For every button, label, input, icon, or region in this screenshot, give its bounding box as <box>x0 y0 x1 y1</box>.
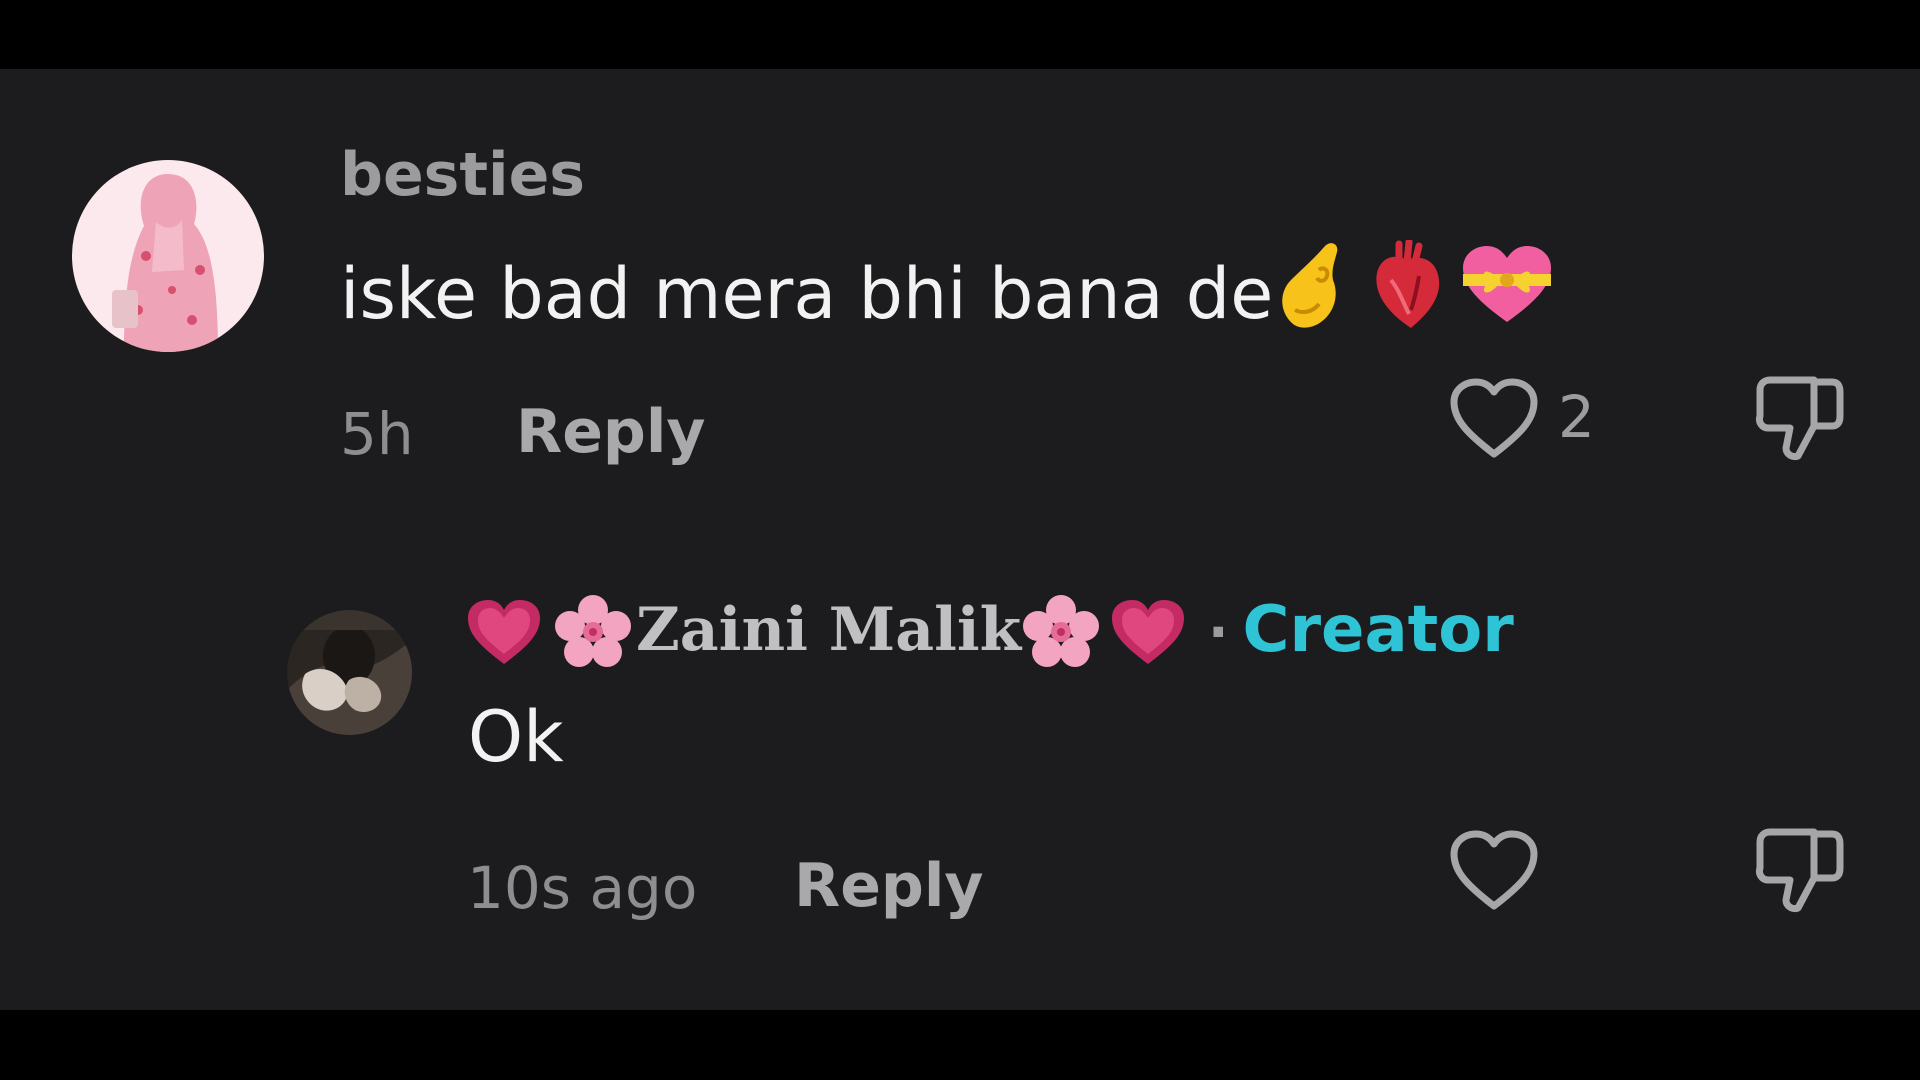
anatomical-heart-emoji-icon <box>1369 238 1445 348</box>
pinched-fingers-emoji-icon <box>1273 240 1355 348</box>
creator-badge: Creator <box>1242 593 1514 667</box>
like-button[interactable] <box>1448 376 1540 460</box>
dislike-button[interactable] <box>1752 370 1848 466</box>
like-count: 2 <box>1558 383 1595 451</box>
comment-text-content: iske bad mera bhi bana de <box>340 253 1274 335</box>
thumbs-down-icon <box>1756 828 1844 912</box>
heart-with-ribbon-emoji-icon <box>1459 242 1555 346</box>
comment-timestamp: 5h <box>340 400 414 468</box>
comment-username[interactable]: besties <box>340 140 585 210</box>
heart-outline-icon <box>1450 830 1538 910</box>
avatar[interactable] <box>72 160 264 352</box>
comment-text: Ok <box>468 695 564 779</box>
growing-heart-emoji-icon <box>1108 596 1188 686</box>
comment-username-text: Zaini Malik <box>636 595 1022 665</box>
cherry-blossom-emoji-icon <box>1022 594 1100 688</box>
separator-dot: · <box>1208 601 1229 664</box>
comment-timestamp: 10s ago <box>467 854 698 922</box>
heart-outline-icon <box>1450 378 1538 458</box>
reply-button[interactable]: Reply <box>794 851 984 921</box>
creator-badge-group: · Creator <box>1194 592 1514 671</box>
like-button[interactable] <box>1448 828 1540 912</box>
dislike-button[interactable] <box>1752 822 1848 918</box>
comment-text-content: Ok <box>468 696 564 778</box>
letterbox-top <box>0 0 1920 69</box>
comment-text: iske bad mera bhi bana de <box>340 238 1555 348</box>
thumbs-down-icon <box>1756 376 1844 460</box>
avatar[interactable] <box>287 610 412 735</box>
letterbox-bottom <box>0 1010 1920 1080</box>
cherry-blossom-emoji-icon <box>554 594 632 688</box>
reply-button[interactable]: Reply <box>516 397 706 467</box>
growing-heart-emoji-icon <box>464 596 544 686</box>
